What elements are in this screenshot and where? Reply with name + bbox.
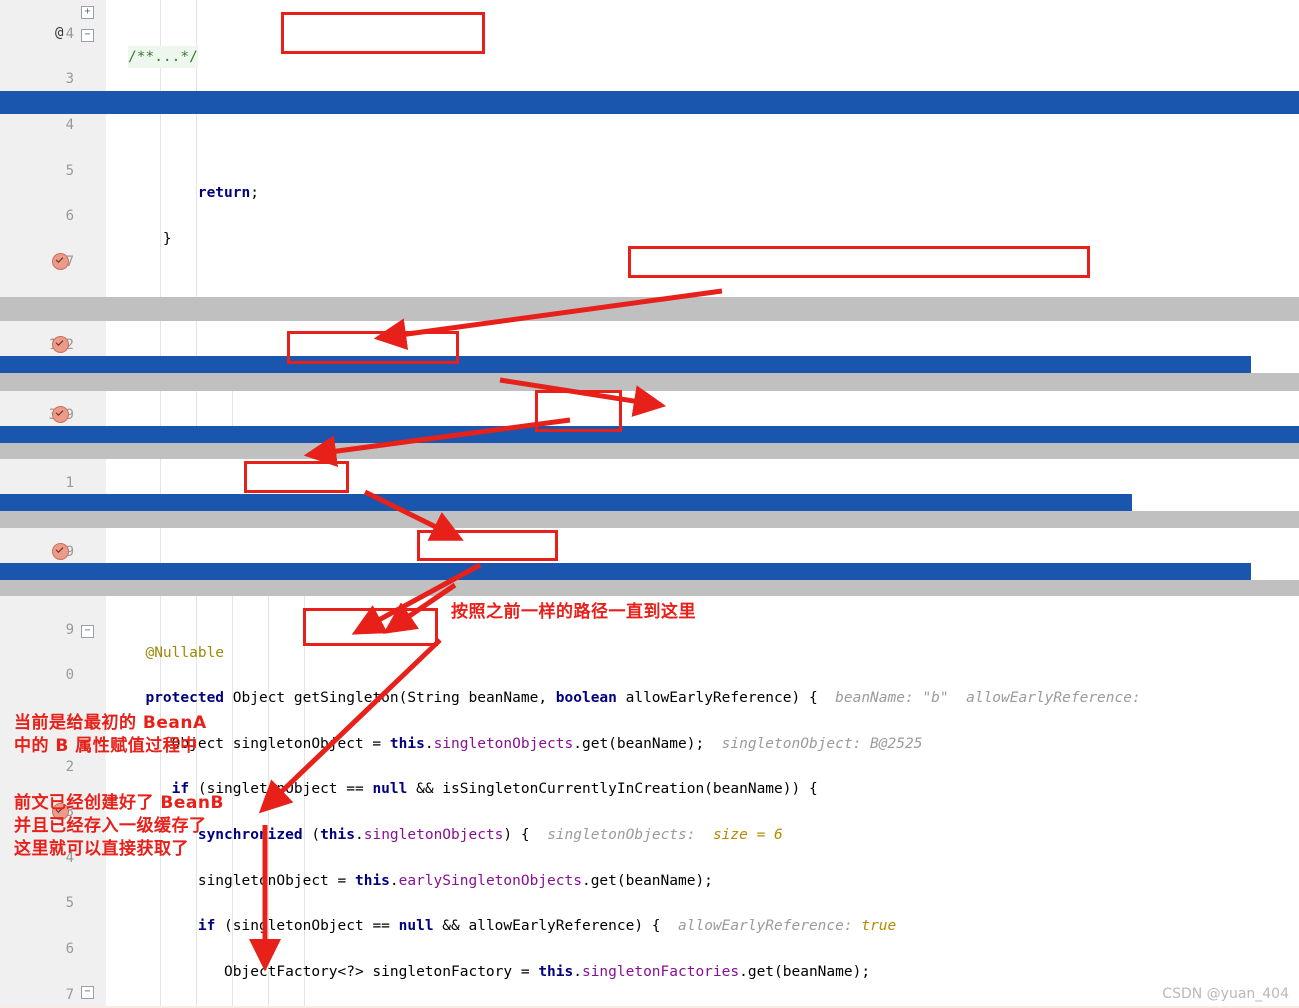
- annotation-left-2-line2: 并且已经存入一级缓存了: [14, 816, 207, 836]
- code-line[interactable]: 7 if (singletonFactory != null) {: [0, 961, 1299, 1003]
- line-number: 3: [65, 71, 74, 88]
- line-number: 5: [65, 162, 74, 179]
- code-line[interactable]: 1 public Object getBean(String name) thr…: [0, 459, 1132, 511]
- line-number: 4: [65, 116, 74, 133]
- annotation-top-right: 按照之前一样的路径一直到这里: [451, 602, 696, 622]
- panel-separator: [0, 580, 1299, 596]
- panel-separator: [0, 297, 1299, 321]
- annotation-left-1-line1: 当前是给最初的 BeanA: [14, 713, 207, 733]
- annotation-left-2-line1: 前文已经创建好了 BeanB: [14, 793, 224, 813]
- code-line[interactable]: 0 protected Object getSingleton(String b…: [0, 642, 1299, 706]
- code-line[interactable]: 112 RuntimeBeanReference ref = (RuntimeB…: [0, 321, 1251, 373]
- line-number: 2: [65, 758, 74, 775]
- line-number: 5: [65, 895, 74, 912]
- annotation-left-1-line2: 中的 B 属性赋值过程中: [14, 736, 198, 756]
- editor-pane-applyPropertyValues[interactable]: 4 /**...*/ 3 protected void applyPropert…: [0, 0, 1299, 297]
- code-line-selected[interactable]: 4 if (pvs.isEmpty()) { pvs: "PropertyVal…: [0, 91, 1299, 156]
- breakpoint-verified-icon[interactable]: [52, 336, 69, 353]
- code-line-selected[interactable]: 0 Object sharedInstance = getSingleton(b…: [0, 563, 1251, 580]
- panel-separator: [0, 511, 1299, 528]
- editor-pane-resolveReference[interactable]: 112 RuntimeBeanReference ref = (RuntimeB…: [0, 321, 1251, 373]
- code-line[interactable]: 8 if (System.getSecurityManager() != nul…: [0, 274, 1299, 297]
- code-line[interactable]: 3 protected void applyPropertyValues(Str…: [0, 46, 1299, 110]
- editor-pane-doGetBean[interactable]: 1 public Object getBean(String name) thr…: [0, 459, 1132, 511]
- line-number: 1: [65, 474, 74, 491]
- fold-collapse-icon[interactable]: −: [81, 29, 94, 42]
- breakpoint-verified-icon[interactable]: [52, 253, 69, 270]
- breakpoint-verified-icon[interactable]: [52, 543, 69, 560]
- code-line[interactable]: 7: [0, 228, 1299, 270]
- line-number: 0: [65, 667, 74, 684]
- line-number: 7: [65, 986, 74, 1003]
- code-line[interactable]: 329 resolvedName = String.valueOf(doEval…: [0, 391, 1299, 443]
- editor-pane-shared-instance[interactable]: 9 // Eagerly check singleton cache for m…: [0, 528, 1251, 580]
- breakpoint-verified-icon[interactable]: [52, 406, 69, 423]
- line-number: 9: [65, 621, 74, 638]
- line-number: 6: [65, 940, 74, 957]
- code-line[interactable]: 5 return;: [0, 137, 1299, 202]
- fold-expand-icon[interactable]: +: [81, 6, 94, 19]
- fold-collapse-icon[interactable]: −: [81, 986, 94, 999]
- panel-separator: [0, 373, 1299, 391]
- code-line[interactable]: 5 if (singletonObject == null && allowEa…: [0, 870, 1299, 934]
- fold-collapse-icon[interactable]: −: [81, 625, 94, 638]
- annotation-left-2-line3: 这里就可以直接获取了: [14, 839, 189, 859]
- code-line[interactable]: 6 ObjectFactory<?> singletonFactory = th…: [0, 915, 1299, 980]
- panel-separator: [0, 443, 1299, 459]
- code-line-selected[interactable]: 330 bean = this.beanFactory.getBean(reso…: [0, 426, 1299, 443]
- ide-editor-window: 4 /**...*/ 3 protected void applyPropert…: [0, 0, 1299, 1008]
- watermark: CSDN @yuan_404: [1162, 986, 1289, 1002]
- annotation-marker-icon: @: [55, 25, 64, 41]
- editor-pane-beanFactory-getBean[interactable]: 329 resolvedName = String.valueOf(doEval…: [0, 391, 1299, 443]
- code-line[interactable]: 1 Object singletonObject = this.singleto…: [0, 687, 1299, 752]
- code-line[interactable]: 4 /**...*/: [0, 0, 1299, 69]
- code-line-selected[interactable]: 113 return resolveReference(argName, ref…: [0, 356, 1251, 373]
- code-line[interactable]: 6 }: [0, 182, 1299, 247]
- code-line[interactable]: 9 // Eagerly check singleton cache for m…: [0, 528, 1251, 580]
- code-line-selected[interactable]: 2 return doGetBean(name, requiredType: n…: [0, 494, 1132, 511]
- line-number: 6: [65, 208, 74, 225]
